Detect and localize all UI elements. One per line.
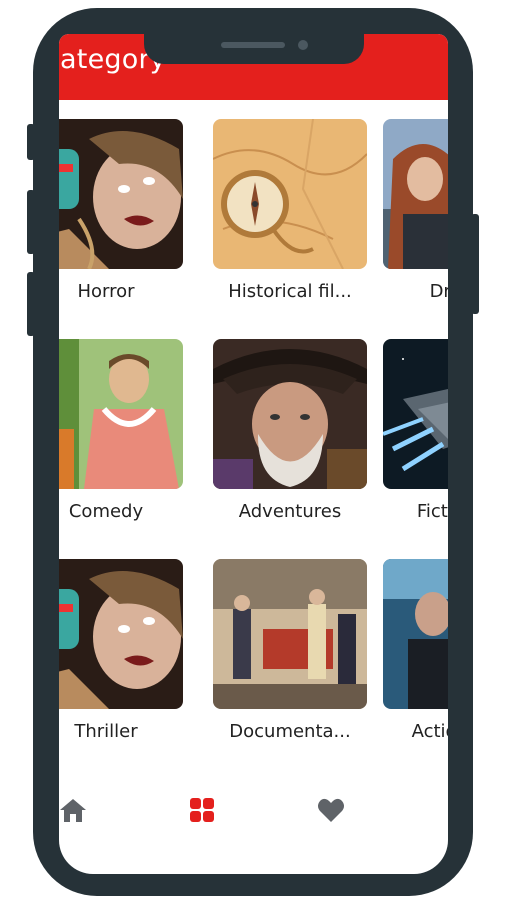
category-tile-horror[interactable]: Horror: [59, 119, 183, 302]
phone-notch: [144, 34, 364, 64]
category-tile-action[interactable]: Action m...: [383, 559, 448, 742]
nav-favorites[interactable]: [311, 790, 351, 830]
documentary-thumbnail: [213, 559, 367, 709]
app-screen: Category Horror: [59, 34, 448, 874]
nav-home[interactable]: [59, 790, 93, 830]
category-label: Horror: [77, 281, 135, 302]
category-tile-adventures[interactable]: Adventures: [213, 339, 367, 522]
category-label: Thriller: [74, 721, 138, 742]
category-label: Adventures: [238, 501, 342, 522]
front-camera: [298, 40, 308, 50]
category-label: Fiction f...: [416, 501, 448, 522]
category-tile-fiction[interactable]: Fiction f...: [383, 339, 448, 522]
historical-thumbnail: [213, 119, 367, 269]
comedy-thumbnail: [59, 339, 183, 489]
category-tile-thriller[interactable]: Thriller: [59, 559, 183, 742]
horror-thumbnail: [59, 119, 183, 269]
heart-icon: [318, 798, 344, 822]
category-label: Drama: [429, 281, 448, 302]
category-label: Action m...: [411, 721, 448, 742]
category-label: Documenta...: [229, 721, 351, 742]
fiction-thumbnail: [383, 339, 448, 489]
drama-thumbnail: [383, 119, 448, 269]
adventures-thumbnail: [213, 339, 367, 489]
bottom-navigation: [59, 790, 448, 840]
action-thumbnail: [383, 559, 448, 709]
thriller-thumbnail: [59, 559, 183, 709]
nav-categories[interactable]: [182, 790, 222, 830]
category-label: Comedy: [68, 501, 144, 522]
category-label: Historical fil...: [228, 281, 352, 302]
category-tile-historical[interactable]: Historical fil...: [213, 119, 367, 302]
grid-icon: [190, 798, 214, 822]
category-tile-documentary[interactable]: Documenta...: [213, 559, 367, 742]
speaker-grille: [221, 42, 285, 48]
category-tile-comedy[interactable]: Comedy: [59, 339, 183, 522]
home-icon: [60, 799, 86, 822]
category-tile-drama[interactable]: Drama: [383, 119, 448, 302]
